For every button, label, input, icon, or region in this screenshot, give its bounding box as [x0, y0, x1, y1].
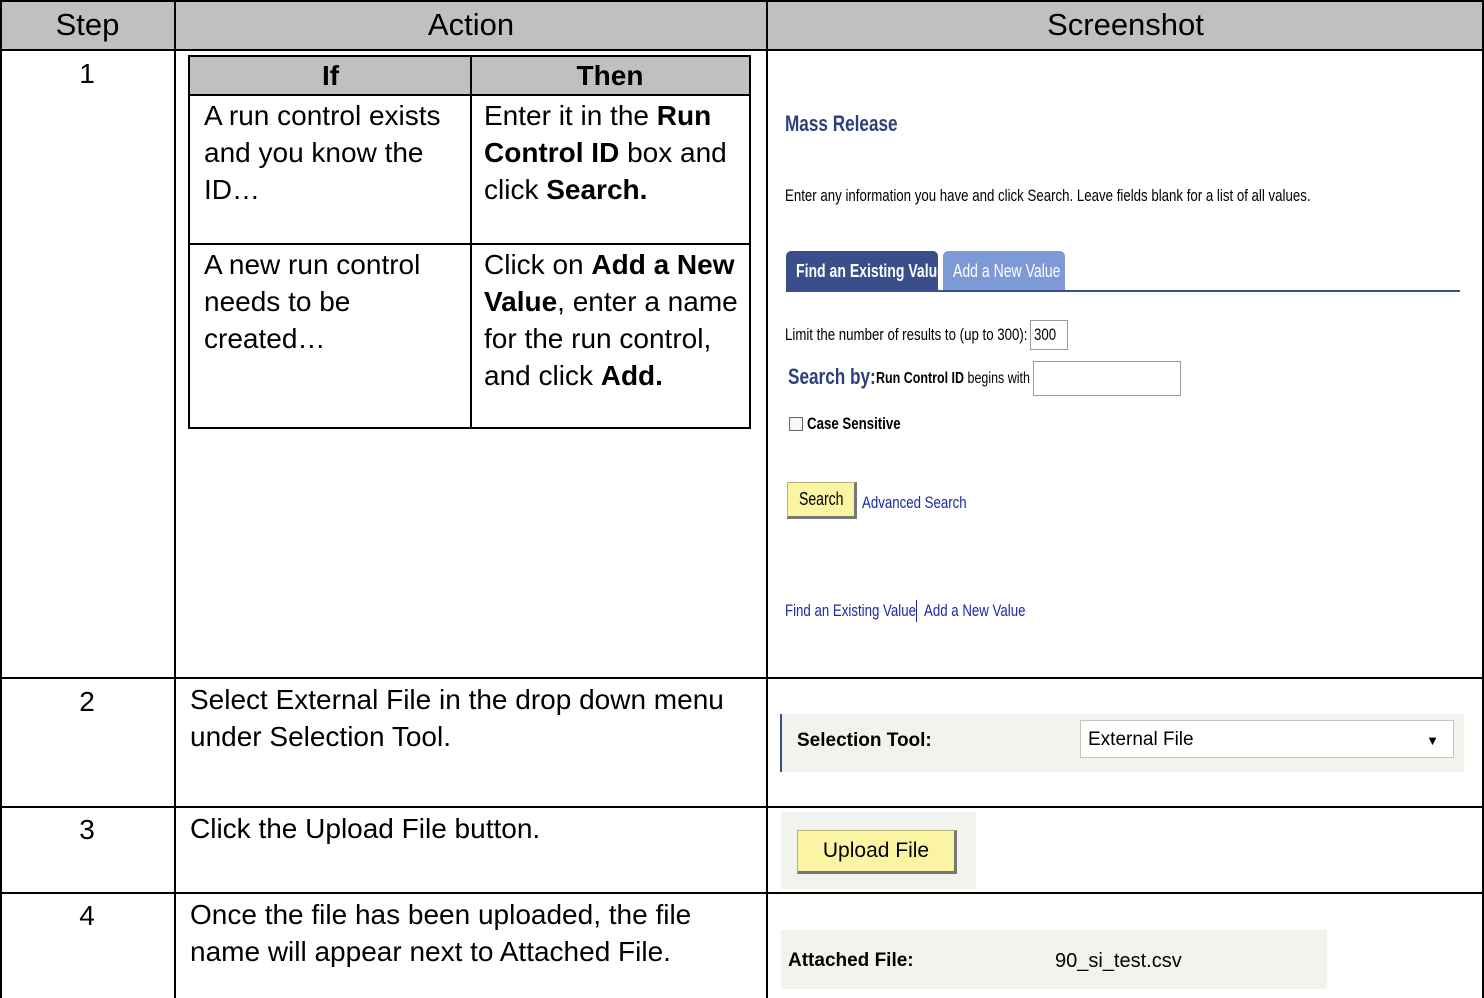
advanced-search-link[interactable]: Advanced Search — [862, 493, 996, 513]
grid-line — [0, 0, 1484, 2]
action-text-step-3: Click the Upload File button. — [190, 813, 541, 844]
grid-line — [470, 57, 472, 427]
chevron-down-icon: ▼ — [1426, 733, 1439, 748]
case-sensitive-label: Case Sensitive — [807, 414, 901, 433]
grid-line — [0, 0, 2, 998]
grid-line — [0, 806, 1484, 808]
selection-tool-value: External File — [1088, 729, 1194, 750]
attached-file-name: 90_si_test.csv — [1055, 950, 1182, 972]
action-text-step-2: Select External File in the drop down me… — [190, 684, 724, 752]
if-then-table: If Then A run control exists and you kno… — [188, 55, 751, 429]
selection-tool-label: Selection Tool: — [797, 730, 932, 751]
tab-add-new-value[interactable]: Add a New Value — [943, 251, 1065, 291]
then-bold: Add. — [600, 360, 663, 391]
then-header: Then — [471, 57, 749, 95]
operator-text: begins with — [967, 370, 1030, 387]
instructions-text: Enter any information you have and click… — [785, 186, 1311, 205]
footer-divider — [916, 600, 917, 622]
case-sensitive-checkbox[interactable] — [789, 417, 803, 431]
then-text: Click on — [484, 249, 584, 280]
then-cell-2: Click on Add a New Value, enter a name f… — [484, 246, 746, 394]
then-cell-1: Enter it in the Run Control ID box and c… — [484, 97, 746, 208]
search-button[interactable]: Search — [787, 482, 857, 519]
upload-file-button[interactable]: Upload File — [797, 830, 957, 874]
mass-release-title: Mass Release — [785, 111, 898, 136]
limit-input[interactable]: 300 — [1030, 320, 1068, 350]
field-name: Run Control ID — [876, 370, 965, 387]
run-control-id-input[interactable] — [1033, 361, 1181, 396]
then-bold: Search. — [546, 174, 648, 205]
if-cell-2: A new run control needs to be created… — [204, 249, 421, 354]
step-number: 3 — [79, 814, 95, 845]
grid-line — [0, 677, 1484, 679]
grid-line — [190, 94, 749, 96]
if-header: If — [190, 57, 471, 95]
header-step: Step — [0, 0, 175, 50]
grid-line — [0, 892, 1484, 894]
action-text-step-4: Once the file has been uploaded, the fil… — [190, 899, 692, 967]
step-number: 1 — [79, 58, 95, 89]
grid-line — [766, 0, 768, 998]
footer-add-new-link[interactable]: Add a New Value — [924, 601, 1054, 621]
step-number: 2 — [79, 686, 95, 717]
tab-find-existing-value[interactable]: Find an Existing Value — [786, 251, 945, 291]
step-number: 4 — [79, 900, 95, 931]
selection-tool-dropdown[interactable]: External File ▼ — [1080, 720, 1454, 758]
then-text: Enter it in the — [484, 100, 649, 131]
grid-line — [174, 0, 176, 998]
grid-line — [190, 243, 749, 245]
tab-underline — [786, 290, 1460, 292]
header-screenshot: Screenshot — [767, 0, 1484, 50]
header-action: Action — [175, 0, 767, 50]
grid-line — [0, 49, 1484, 51]
if-cell-1: A run control exists and you know the ID… — [204, 100, 441, 205]
attached-file-label: Attached File: — [788, 950, 914, 971]
